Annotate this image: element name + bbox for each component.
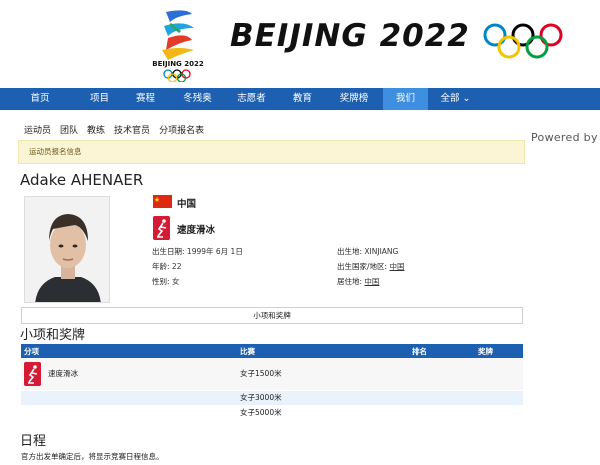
nav-item-education[interactable]: 教育: [280, 88, 325, 110]
nav-item-about[interactable]: 我们: [383, 88, 428, 110]
athlete-sport: 速度滑冰: [177, 225, 216, 236]
table-row: 女子5000米: [21, 405, 523, 421]
athlete-portrait-icon: [25, 197, 109, 302]
birth-date-label: 出生日期:: [152, 247, 185, 256]
rank-cell: [409, 358, 475, 391]
gender-label: 性别:: [152, 277, 170, 286]
residence-row: 居住地: 中国: [337, 276, 379, 287]
subnav-teams[interactable]: 团队: [60, 123, 78, 136]
subnav-entries-by-discipline[interactable]: 分项报名表: [159, 123, 204, 136]
event-name: 女子1500米: [237, 358, 409, 391]
subnav-athletes[interactable]: 运动员: [24, 123, 51, 136]
event-name: 女子5000米: [237, 405, 409, 421]
notice-banner: 运动员报名信息: [18, 140, 525, 164]
birthplace-label: 出生地:: [337, 247, 363, 256]
nav-item-paralympics[interactable]: 冬残奥: [172, 88, 223, 110]
nav-item-all-dropdown[interactable]: 全部 ⌄: [428, 88, 483, 110]
nav-item-home[interactable]: 首页: [0, 88, 80, 110]
birthplace-value: XINJIANG: [364, 247, 399, 256]
residence-link[interactable]: 中国: [364, 277, 379, 286]
subnav-coaches[interactable]: 教练: [87, 123, 105, 136]
olympic-rings-icon: [483, 23, 563, 59]
events-table-header: 分项 比赛 排名 奖牌: [21, 344, 523, 358]
discipline-name: 速度滑冰: [48, 368, 78, 378]
beijing-2022-emblem-icon[interactable]: BEIJING 2022: [146, 6, 210, 82]
gender-value: 女: [171, 277, 180, 286]
athlete-name: Adake AHENAER: [20, 171, 144, 189]
birth-country-row: 出生国家/地区: 中国: [337, 261, 404, 272]
china-flag-icon: [153, 195, 172, 208]
nav-item-schedule[interactable]: 赛程: [119, 88, 172, 110]
age-label: 年龄:: [152, 262, 170, 271]
event-name: 女子3000米: [237, 390, 409, 406]
header-event: 比赛: [237, 344, 409, 358]
beijing-2022-wordmark: BEIJING 2022: [230, 18, 470, 54]
birth-country-link[interactable]: 中国: [389, 262, 404, 271]
birthplace-row: 出生地: XINJIANG: [337, 246, 398, 257]
age-row: 年龄: 22: [152, 261, 181, 272]
birth-date-value: 1999年 6月 1日: [186, 247, 243, 256]
nav-item-sports[interactable]: 项目: [80, 88, 119, 110]
nav-item-medal-table[interactable]: 奖牌榜: [325, 88, 383, 110]
gender-row: 性别: 女: [152, 276, 179, 287]
subnav-technical-officials[interactable]: 技术官员: [114, 123, 150, 136]
events-section-title: 小项和奖牌: [20, 328, 86, 343]
speed-skating-icon: [24, 361, 41, 386]
birth-country-label: 出生国家/地区:: [337, 262, 388, 271]
header-rank: 排名: [409, 344, 475, 358]
emblem-label: BEIJING 2022: [152, 60, 204, 68]
discipline-cell: 速度滑冰: [21, 358, 237, 391]
schedule-note: 官方出发单确定后，将显示竞赛日程信息。: [21, 452, 164, 461]
athlete-country: 中国: [177, 199, 197, 210]
nav-item-volunteers[interactable]: 志愿者: [223, 88, 280, 110]
events-table: 分项 比赛 排名 奖牌 速度滑冰 女子1500米 女子3000米 女子5000米: [21, 344, 523, 421]
speed-skating-icon: [153, 216, 170, 240]
schedule-section-title: 日程: [20, 434, 47, 449]
birth-date-row: 出生日期: 1999年 6月 1日: [152, 246, 243, 257]
tab-events-and-medals[interactable]: 小项和奖牌: [21, 307, 523, 324]
age-value: 22: [171, 262, 182, 271]
main-nav: 首页 项目 赛程 冬残奥 志愿者 教育 奖牌榜 我们 全部 ⌄: [0, 88, 600, 110]
table-row: 女子3000米: [21, 390, 523, 406]
sub-nav: 运动员 团队 教练 技术官员 分项报名表: [24, 123, 204, 136]
powered-by-label: Powered by: [531, 131, 598, 144]
header-discipline: 分项: [21, 344, 237, 358]
residence-label: 居住地:: [337, 277, 363, 286]
header-banner: BEIJING 2022 BEIJING 2022: [0, 0, 600, 88]
header-medal: 奖牌: [475, 344, 523, 358]
athlete-photo: [24, 196, 110, 303]
medal-cell: [475, 358, 523, 391]
table-row: 速度滑冰 女子1500米: [21, 358, 523, 391]
